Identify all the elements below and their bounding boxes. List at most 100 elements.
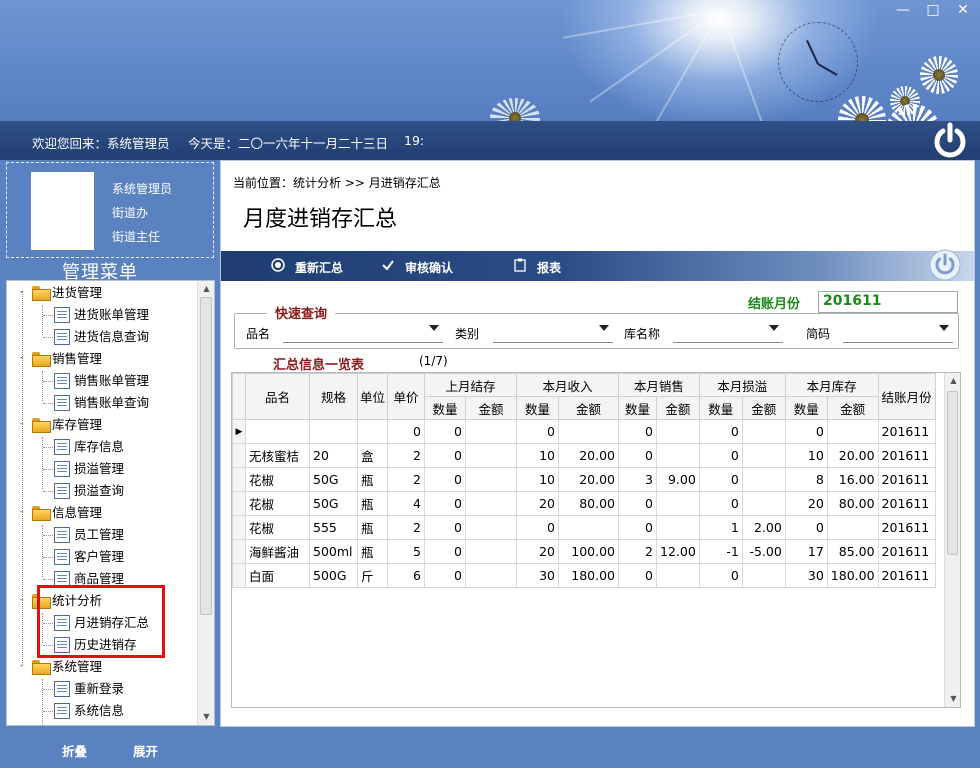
- col-header-qty[interactable]: 数量: [698, 396, 743, 420]
- col-header-amount[interactable]: 金额: [558, 396, 619, 420]
- grid-scrollbar[interactable]: ▲ ▼: [944, 373, 960, 707]
- table-row[interactable]: 无核蜜桔 20 盒 2 0 10 20.00 0 0 10 20.00 201611: [232, 443, 936, 468]
- table-cell[interactable]: 0: [424, 443, 466, 468]
- table-cell[interactable]: 花椒: [245, 491, 310, 516]
- table-cell[interactable]: 盒: [357, 443, 388, 468]
- col-header-month[interactable]: 结账月份: [877, 373, 936, 420]
- table-cell[interactable]: 180.00: [826, 563, 879, 588]
- table-cell[interactable]: 201611: [877, 443, 936, 468]
- col-header-qty[interactable]: 数量: [516, 396, 559, 420]
- table-cell[interactable]: 2.00: [741, 515, 786, 540]
- table-cell[interactable]: 海鲜酱油: [245, 539, 310, 564]
- scroll-thumb[interactable]: [200, 297, 212, 615]
- table-row[interactable]: ▶ 0 0 0 0 0 0 201611: [232, 419, 936, 444]
- table-cell[interactable]: 无核蜜桔: [245, 443, 310, 468]
- table-cell[interactable]: 16.00: [826, 467, 879, 492]
- table-cell[interactable]: [741, 491, 786, 516]
- row-header[interactable]: [232, 539, 246, 564]
- table-cell[interactable]: 0: [784, 515, 828, 540]
- table-cell[interactable]: [558, 515, 619, 540]
- table-cell[interactable]: 0: [698, 467, 743, 492]
- table-cell[interactable]: 花椒: [245, 515, 310, 540]
- row-header[interactable]: [232, 467, 246, 492]
- col-header-amount[interactable]: 金额: [656, 396, 700, 420]
- scroll-down-icon[interactable]: ▼: [198, 709, 214, 725]
- table-cell[interactable]: 30: [784, 563, 828, 588]
- table-cell[interactable]: [656, 419, 700, 444]
- table-cell[interactable]: 500ml: [309, 539, 358, 564]
- scroll-thumb[interactable]: [947, 391, 958, 555]
- scroll-up-icon[interactable]: ▲: [945, 373, 960, 389]
- table-cell[interactable]: 5: [387, 539, 425, 564]
- row-header[interactable]: [232, 491, 246, 516]
- table-cell[interactable]: 4: [387, 491, 425, 516]
- table-cell[interactable]: 0: [424, 515, 466, 540]
- close-button[interactable]: ✕: [952, 0, 974, 20]
- col-header-spec[interactable]: 规格: [309, 373, 358, 420]
- table-cell[interactable]: 30: [516, 563, 559, 588]
- table-cell[interactable]: [656, 515, 700, 540]
- col-header-month-loss[interactable]: 本月损溢: [698, 373, 786, 397]
- table-cell[interactable]: [465, 419, 517, 444]
- table-cell[interactable]: 80.00: [558, 491, 619, 516]
- table-cell[interactable]: 0: [387, 419, 425, 444]
- table-cell[interactable]: 85.00: [826, 539, 879, 564]
- table-cell[interactable]: 0: [618, 443, 657, 468]
- table-cell[interactable]: 20: [516, 491, 559, 516]
- table-cell[interactable]: 0: [784, 419, 828, 444]
- table-cell[interactable]: 100.00: [558, 539, 619, 564]
- expand-button[interactable]: 展开: [133, 741, 158, 760]
- collapse-toggle[interactable]: -: [17, 596, 26, 605]
- collapse-toggle[interactable]: -: [17, 508, 26, 517]
- table-cell[interactable]: 0: [618, 563, 657, 588]
- maximize-button[interactable]: □: [922, 0, 944, 20]
- col-header-amount[interactable]: 金额: [741, 396, 786, 420]
- table-cell[interactable]: [656, 491, 700, 516]
- table-cell[interactable]: 0: [698, 491, 743, 516]
- table-cell[interactable]: 0: [424, 563, 466, 588]
- scroll-up-icon[interactable]: ▲: [198, 281, 214, 297]
- table-cell[interactable]: 0: [698, 563, 743, 588]
- table-cell[interactable]: 555: [309, 515, 358, 540]
- table-cell[interactable]: 白面: [245, 563, 310, 588]
- col-header-qty[interactable]: 数量: [784, 396, 828, 420]
- report-button[interactable]: 报表: [537, 259, 561, 276]
- col-header-qty[interactable]: 数量: [618, 396, 657, 420]
- table-cell[interactable]: [656, 563, 700, 588]
- table-cell[interactable]: 20.00: [558, 443, 619, 468]
- table-cell[interactable]: 0: [618, 491, 657, 516]
- table-cell[interactable]: 500G: [309, 563, 358, 588]
- collapse-toggle[interactable]: -: [17, 662, 26, 671]
- table-cell[interactable]: 0: [618, 419, 657, 444]
- table-cell[interactable]: -1: [698, 539, 743, 564]
- col-header-month-sales[interactable]: 本月销售: [618, 373, 700, 397]
- collapse-toggle[interactable]: -: [17, 420, 26, 429]
- table-cell[interactable]: 50G: [309, 491, 358, 516]
- table-cell[interactable]: 6: [387, 563, 425, 588]
- table-cell[interactable]: [741, 467, 786, 492]
- table-cell[interactable]: 斤: [357, 563, 388, 588]
- table-cell[interactable]: 花椒: [245, 467, 310, 492]
- table-cell[interactable]: [465, 491, 517, 516]
- table-cell[interactable]: [558, 419, 619, 444]
- table-cell[interactable]: 201611: [877, 515, 936, 540]
- col-header-price[interactable]: 单价: [387, 373, 425, 420]
- power-icon[interactable]: [928, 248, 962, 282]
- table-cell[interactable]: 201611: [877, 467, 936, 492]
- table-cell[interactable]: 20: [516, 539, 559, 564]
- table-row[interactable]: 海鲜酱油 500ml 瓶 5 0 20 100.00 2 12.00 -1 -5.00 17 85.00…: [232, 539, 936, 564]
- table-cell[interactable]: 0: [424, 419, 466, 444]
- table-cell[interactable]: [741, 443, 786, 468]
- collapse-toggle[interactable]: -: [17, 354, 26, 363]
- table-cell[interactable]: 瓶: [357, 515, 388, 540]
- table-cell[interactable]: [309, 419, 358, 444]
- table-cell[interactable]: 12.00: [656, 539, 700, 564]
- table-cell[interactable]: 201611: [877, 491, 936, 516]
- table-cell[interactable]: -5.00: [741, 539, 786, 564]
- table-cell[interactable]: 瓶: [357, 491, 388, 516]
- collapse-toggle[interactable]: -: [17, 288, 26, 297]
- power-icon[interactable]: [930, 121, 970, 161]
- current-row-indicator-icon[interactable]: ▶: [232, 419, 246, 444]
- table-cell[interactable]: 2: [387, 515, 425, 540]
- col-header-last-stock[interactable]: 上月结存: [424, 373, 517, 397]
